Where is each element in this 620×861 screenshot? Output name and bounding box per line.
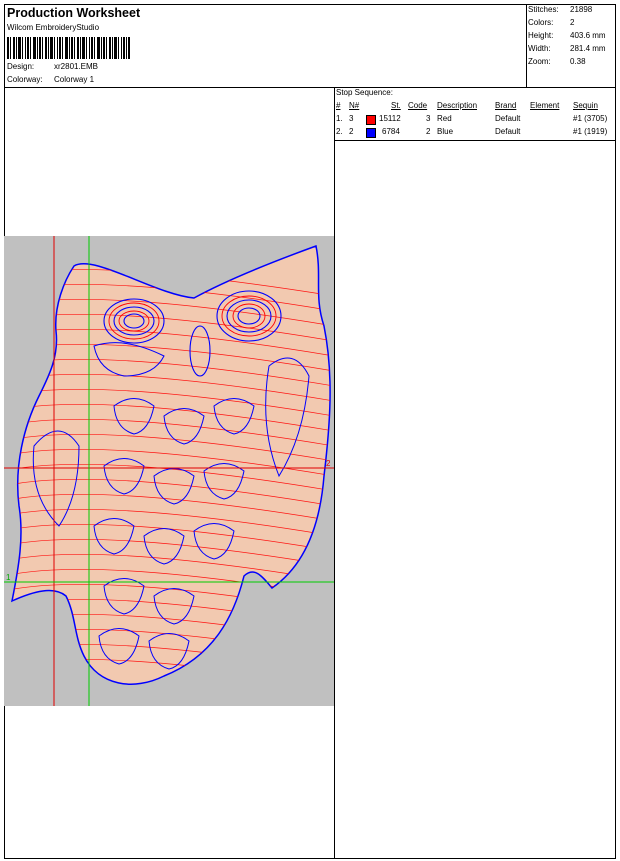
- design-preview: 1 2: [4, 236, 334, 706]
- column-divider: [334, 87, 335, 859]
- design-value: xr2801.EMB: [54, 62, 99, 71]
- stat-value: 281.4 mm: [570, 44, 606, 53]
- col-header-num: #: [336, 101, 341, 110]
- owl-embroidery-image: 1 2: [4, 236, 334, 706]
- row1-brand: Default: [495, 114, 521, 123]
- row2-sequin: #1 (1919): [573, 127, 608, 136]
- row1-num: 1.: [336, 114, 343, 123]
- guide-label-1: 1: [6, 573, 11, 582]
- worksheet-title: Production Worksheet: [7, 6, 141, 20]
- row2-st: 6784: [382, 127, 400, 136]
- row2-n: 2: [349, 127, 354, 136]
- row1-description: Red: [437, 114, 452, 123]
- stat-label: Height:: [528, 31, 554, 40]
- col-header-st: St.: [391, 101, 401, 110]
- guide-label-2: 2: [326, 459, 331, 468]
- table-divider: [334, 140, 616, 141]
- row1-code: 3: [426, 114, 431, 123]
- row2-description: Blue: [437, 127, 454, 136]
- row1-st: 15112: [379, 114, 401, 123]
- colorway-value: Colorway 1: [54, 75, 95, 84]
- stat-value: 21898: [570, 5, 593, 14]
- header-divider: [4, 87, 616, 88]
- row1-sequin: #1 (3705): [573, 114, 608, 123]
- color-swatch-blue: [366, 128, 376, 138]
- col-header-description: Description: [437, 101, 478, 110]
- row1-n: 3: [349, 114, 354, 123]
- stat-label: Colors:: [528, 18, 554, 27]
- col-header-element: Element: [530, 101, 560, 110]
- col-header-brand: Brand: [495, 101, 517, 110]
- row2-code: 2: [426, 127, 431, 136]
- stat-label: Stitches:: [528, 5, 559, 14]
- design-label: Design:: [7, 62, 35, 71]
- stat-label: Zoom:: [528, 57, 551, 66]
- stat-label: Width:: [528, 44, 551, 53]
- barcode-image: [7, 37, 130, 59]
- col-header-sequin: Sequin: [573, 101, 598, 110]
- stat-value: 0.38: [570, 57, 586, 66]
- stats-divider: [526, 4, 527, 88]
- software-name: Wilcom EmbroideryStudio: [7, 23, 100, 32]
- stat-value: 2: [570, 18, 575, 27]
- colorway-label: Colorway:: [7, 75, 43, 84]
- col-header-code: Code: [408, 101, 428, 110]
- stop-sequence-title: Stop Sequence:: [336, 88, 393, 97]
- color-swatch-red: [366, 115, 376, 125]
- col-header-n: N#: [349, 101, 360, 110]
- row2-num: 2.: [336, 127, 343, 136]
- row2-brand: Default: [495, 127, 521, 136]
- stat-value: 403.6 mm: [570, 31, 606, 40]
